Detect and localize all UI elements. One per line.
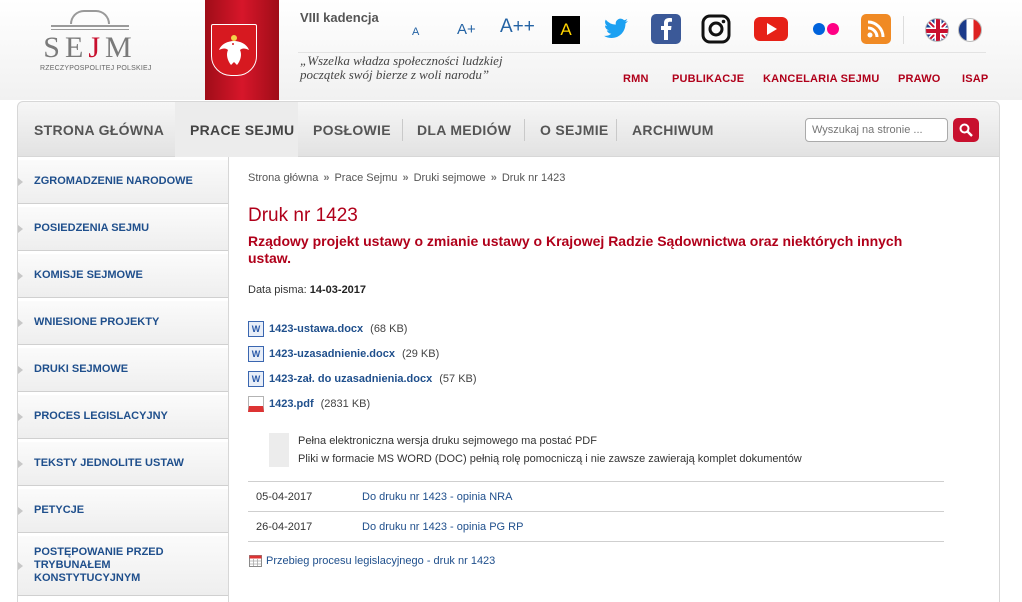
nav-divider	[616, 119, 617, 141]
calendar-table-icon	[249, 555, 262, 567]
youtube-icon[interactable]	[753, 14, 789, 44]
font-size-small-button[interactable]: A	[412, 26, 419, 38]
instagram-icon[interactable]	[701, 14, 731, 44]
table-divider	[248, 511, 944, 512]
breadcrumb-separator: »	[323, 172, 330, 184]
content-right-border	[999, 157, 1000, 602]
breadcrumb-item-current: Druk nr 1423	[501, 172, 566, 184]
font-size-large-button[interactable]: A++	[500, 16, 535, 38]
nav-item-dla-mediow[interactable]: DLA MEDIÓW	[417, 102, 511, 157]
sidebar-item-zgromadzenie-narodowe[interactable]: ZGROMADZENIE NARODOWE	[18, 160, 228, 204]
file-link[interactable]: 1423-zał. do uzasadnienia.docx	[269, 373, 432, 385]
top-link-prawo[interactable]: PRAWO	[898, 73, 941, 85]
rss-icon[interactable]	[861, 14, 891, 44]
top-link-isap[interactable]: ISAP	[962, 73, 988, 85]
date-label: Data pisma:	[248, 284, 307, 296]
search-input[interactable]	[805, 118, 948, 142]
note-marker	[269, 433, 289, 467]
english-flag-icon[interactable]	[925, 18, 949, 42]
date-value: 14-03-2017	[309, 284, 367, 296]
note-line-2: Pliki w formacie MS WORD (DOC) pełnią ro…	[298, 453, 802, 465]
search-button[interactable]	[953, 118, 979, 142]
sidebar-item-komisje-sejmowe[interactable]: KOMISJE SEJMOWE	[18, 254, 228, 298]
file-link[interactable]: 1423.pdf	[269, 398, 314, 410]
opinion-date: 05-04-2017	[256, 491, 313, 503]
opinion-date: 26-04-2017	[256, 521, 313, 533]
file-item: W 1423-zał. do uzasadnienia.docx (57 KB)	[248, 370, 477, 388]
polish-eagle-emblem-icon	[211, 24, 257, 76]
breadcrumb-item-druki-sejmowe[interactable]: Druki sejmowe	[414, 172, 486, 184]
twitter-icon[interactable]	[601, 14, 631, 44]
header-divider	[298, 52, 986, 53]
french-flag-icon[interactable]	[958, 18, 982, 42]
sidebar-item-petycje[interactable]: PETYCJE	[18, 489, 228, 533]
high-contrast-button[interactable]: A	[552, 16, 580, 44]
format-note: Pełna elektroniczna wersja druku sejmowe…	[269, 433, 949, 467]
sidebar-item-posiedzenia-sejmu[interactable]: POSIEDZENIA SEJMU	[18, 207, 228, 251]
breadcrumb-separator: »	[490, 172, 497, 184]
note-line-1: Pełna elektroniczna wersja druku sejmowe…	[298, 435, 597, 447]
sidebar-item-proces-legislacyjny[interactable]: PROCES LEGISLACYJNY	[18, 395, 228, 439]
breadcrumb: Strona główna » Prace Sejmu » Druki sejmowe »…	[248, 172, 565, 184]
sidebar: ZGROMADZENIE NARODOWE POSIEDZENIA SEJMU …	[17, 157, 229, 602]
nav-item-poslowie[interactable]: POSŁOWIE	[313, 102, 391, 157]
sidebar-item-wniesione-projekty[interactable]: WNIESIONE PROJEKTY	[18, 301, 228, 345]
table-row: 26-04-2017 Do druku nr 1423 - opinia PG …	[248, 513, 944, 541]
document-date: Data pisma: 14-03-2017	[248, 284, 366, 296]
sidebar-item-teksty-jednolite-ustaw[interactable]: TEKSTY JEDNOLITE USTAW	[18, 442, 228, 486]
file-item: W 1423-uzasadnienie.docx (29 KB)	[248, 345, 439, 363]
opinion-link[interactable]: Do druku nr 1423 - opinia NRA	[362, 491, 512, 503]
site-header: SEJM Rzeczypospolitej Polskiej VIII kade…	[0, 0, 1022, 100]
breadcrumb-item-prace-sejmu[interactable]: Prace Sejmu	[334, 172, 397, 184]
legislative-process-link[interactable]: Przebieg procesu legislacyjnego - druk n…	[266, 555, 495, 567]
page-subtitle: Rządowy projekt ustawy o zmianie ustawy …	[248, 233, 903, 266]
breadcrumb-item-home[interactable]: Strona główna	[248, 172, 318, 184]
file-item: W 1423-ustawa.docx (68 KB)	[248, 320, 407, 338]
main-navigation: STRONA GŁÓWNA PRACE SEJMU POSŁOWIE DLA M…	[17, 101, 1000, 157]
nav-divider	[402, 119, 403, 141]
top-link-kancelaria[interactable]: KANCELARIA SEJMU	[763, 73, 879, 85]
word-document-icon: W	[248, 371, 264, 387]
sejm-logo[interactable]: SEJM Rzeczypospolitej Polskiej	[40, 10, 152, 86]
top-link-rmn[interactable]: RMN	[623, 73, 649, 85]
opinion-link[interactable]: Do druku nr 1423 - opinia PG RP	[362, 521, 523, 533]
search-icon	[959, 123, 973, 137]
page-title: Druk nr 1423	[248, 205, 358, 226]
table-row: 05-04-2017 Do druku nr 1423 - opinia NRA	[248, 483, 944, 511]
legislative-process-item: Przebieg procesu legislacyjnego - druk n…	[249, 555, 495, 567]
file-size: (68 KB)	[370, 323, 408, 335]
dome-icon	[70, 10, 110, 24]
logo-wordmark: SEJM	[43, 31, 137, 64]
table-divider	[248, 481, 944, 482]
nav-item-prace-sejmu[interactable]: PRACE SEJMU	[175, 102, 298, 157]
sidebar-item-trybunal-konstytucyjny[interactable]: POSTĘPOWANIE PRZED TRYBUNAŁEM KONSTYTUCY…	[18, 536, 228, 596]
nav-item-o-sejmie[interactable]: O SEJMIE	[540, 102, 609, 157]
file-size: (2831 KB)	[320, 398, 371, 410]
top-link-publikacje[interactable]: PUBLIKACJE	[672, 73, 744, 85]
logo-subtitle: Rzeczypospolitej Polskiej	[40, 65, 152, 72]
term-label: VIII kadencja	[300, 10, 379, 25]
table-divider	[248, 541, 944, 542]
nav-divider	[524, 119, 525, 141]
file-size: (57 KB)	[439, 373, 477, 385]
nav-item-archiwum[interactable]: ARCHIWUM	[632, 102, 714, 157]
motto: „Wszelka władza społeczności ludzkiej po…	[300, 54, 503, 82]
pdf-document-icon	[248, 396, 264, 412]
file-link[interactable]: 1423-uzasadnienie.docx	[269, 348, 395, 360]
file-size: (29 KB)	[401, 348, 440, 360]
breadcrumb-separator: »	[402, 172, 409, 184]
word-document-icon: W	[248, 321, 264, 337]
word-document-icon: W	[248, 346, 264, 362]
flickr-icon[interactable]	[811, 14, 841, 44]
header-separator	[903, 16, 904, 44]
motto-line-1: „Wszelka władza społeczności ludzkiej	[300, 53, 503, 68]
motto-line-2: początek swój bierze z woli narodu”	[300, 67, 490, 82]
facebook-icon[interactable]	[651, 14, 681, 44]
sidebar-item-druki-sejmowe[interactable]: DRUKI SEJMOWE	[18, 348, 228, 392]
file-link[interactable]: 1423-ustawa.docx	[269, 323, 363, 335]
font-size-medium-button[interactable]: A+	[457, 21, 476, 38]
nav-item-strona-glowna[interactable]: STRONA GŁÓWNA	[34, 102, 164, 157]
file-item: 1423.pdf (2831 KB)	[248, 395, 370, 413]
colonnade-icon	[51, 25, 129, 30]
